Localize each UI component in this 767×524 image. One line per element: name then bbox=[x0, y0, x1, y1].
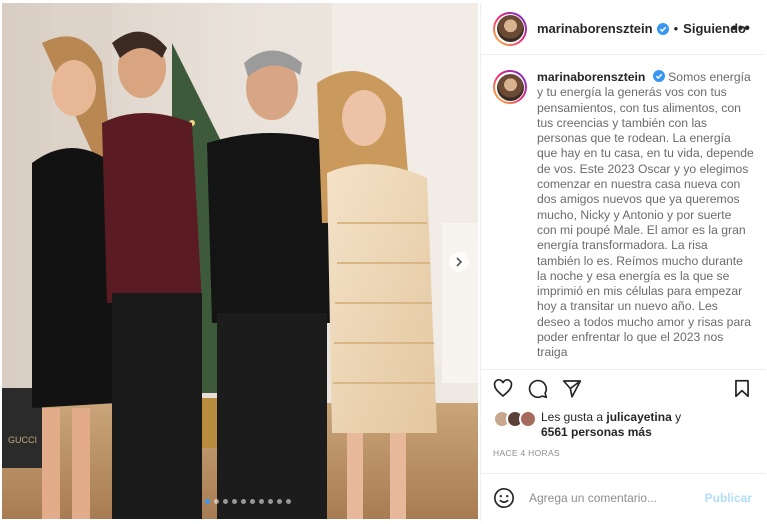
caption-avatar[interactable] bbox=[493, 70, 527, 104]
avatar[interactable] bbox=[493, 11, 527, 46]
carousel-dot bbox=[268, 499, 273, 504]
comment-icon[interactable] bbox=[528, 379, 548, 399]
caption-body: Somos energía y tu energía la generás vo… bbox=[537, 70, 754, 360]
post-timestamp[interactable]: HACE 4 HORAS bbox=[493, 448, 560, 458]
likes-connector: y bbox=[671, 410, 682, 424]
carousel-dot bbox=[241, 499, 246, 504]
caption-text: marinaborensztein Somos energía y tu ene… bbox=[537, 70, 754, 363]
carousel-indicator bbox=[205, 499, 291, 504]
avatar-image bbox=[496, 15, 524, 42]
likes-count-link[interactable]: 6561 personas más bbox=[541, 425, 652, 439]
carousel-dot bbox=[232, 499, 237, 504]
carousel-dot bbox=[250, 499, 255, 504]
verified-badge-icon bbox=[652, 70, 665, 82]
post-side-panel: marinaborensztein • Siguiendo ••• marina… bbox=[480, 3, 766, 521]
verified-badge-icon bbox=[656, 22, 669, 35]
bookmark-icon[interactable] bbox=[734, 379, 750, 398]
carousel-dot bbox=[205, 499, 210, 504]
liker-avatar bbox=[519, 410, 537, 428]
action-bar bbox=[481, 369, 766, 405]
post-username[interactable]: marinaborensztein bbox=[537, 21, 653, 36]
carousel-dot bbox=[259, 499, 264, 504]
instagram-post-modal: GUCCI marinaborensztein • Siguiendo ••• … bbox=[0, 0, 767, 524]
carousel-dot bbox=[286, 499, 291, 504]
carousel-dot bbox=[223, 499, 228, 504]
paper-plane-icon[interactable] bbox=[562, 379, 582, 398]
more-options-icon[interactable]: ••• bbox=[731, 20, 751, 38]
likes-prefix: Les gusta a bbox=[541, 410, 607, 424]
post-header: marinaborensztein • Siguiendo ••• bbox=[481, 3, 765, 55]
smiley-icon[interactable] bbox=[493, 487, 515, 509]
header-separator: • bbox=[673, 21, 679, 36]
heart-icon[interactable] bbox=[493, 379, 513, 398]
post-photo-illustration: GUCCI bbox=[2, 3, 478, 519]
comment-input[interactable] bbox=[529, 490, 704, 505]
liker-avatars[interactable] bbox=[493, 410, 539, 430]
carousel-dot bbox=[214, 499, 219, 504]
publish-button[interactable]: Publicar bbox=[705, 491, 752, 505]
avatar-inner bbox=[495, 13, 525, 44]
carousel-dot bbox=[277, 499, 282, 504]
post-photo[interactable]: GUCCI bbox=[2, 3, 478, 519]
comment-bar: Publicar bbox=[481, 473, 766, 521]
bag-logo-text: GUCCI bbox=[8, 435, 37, 445]
caption-username[interactable]: marinaborensztein bbox=[537, 70, 645, 84]
likes-text: Les gusta a julicayetina y 6561 personas… bbox=[541, 410, 681, 440]
avatar-image bbox=[496, 73, 524, 101]
avatar-inner bbox=[495, 72, 525, 102]
carousel-next-button[interactable] bbox=[449, 252, 469, 272]
likes-summary: Les gusta a julicayetina y 6561 personas… bbox=[493, 410, 681, 440]
caption-area: marinaborensztein Somos energía y tu ene… bbox=[481, 56, 766, 363]
chevron-right-icon bbox=[456, 257, 463, 267]
likes-user-link[interactable]: julicayetina bbox=[606, 410, 671, 424]
